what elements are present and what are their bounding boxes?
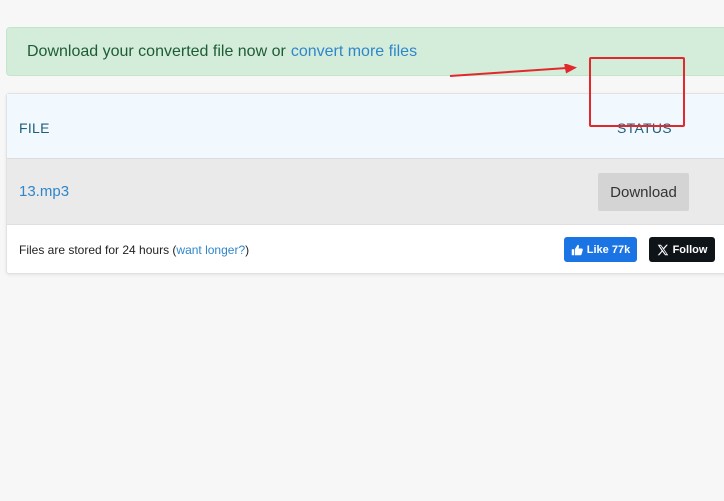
column-header-file: FILE xyxy=(19,120,50,136)
facebook-like-button[interactable]: Like 77k xyxy=(564,237,637,262)
annotation-arrow-icon xyxy=(449,64,577,77)
storage-note-prefix: Files are stored for 24 hours ( xyxy=(19,243,177,257)
file-name-link[interactable]: 13.mp3 xyxy=(19,183,69,200)
download-button[interactable]: Download xyxy=(598,173,689,211)
want-longer-link[interactable]: want longer? xyxy=(176,243,245,257)
like-count-label: Like 77k xyxy=(586,243,631,256)
x-logo-icon xyxy=(657,244,669,256)
follow-label: Follow xyxy=(672,243,708,256)
convert-more-files-link[interactable]: convert more files xyxy=(291,43,417,61)
storage-note-suffix: ) xyxy=(245,243,250,257)
table-row: 13.mp3 Download xyxy=(7,159,724,225)
table-footer: Files are stored for 24 hours (want long… xyxy=(7,226,724,275)
storage-note: Files are stored for 24 hours (want long… xyxy=(19,243,249,257)
thumbs-up-icon xyxy=(571,244,583,256)
x-follow-button[interactable]: Follow xyxy=(649,237,715,262)
alert-message: Download your converted file now or xyxy=(27,42,286,60)
annotation-highlight-box xyxy=(589,57,685,127)
